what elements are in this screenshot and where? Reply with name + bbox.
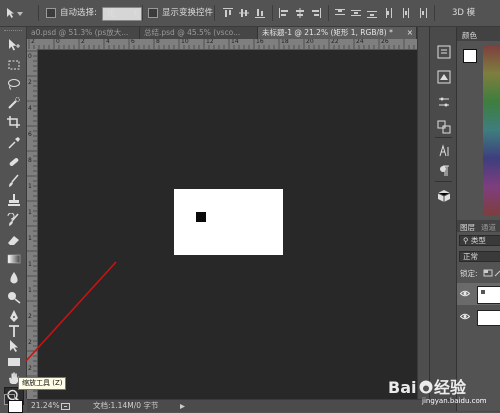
history-panel-icon[interactable]	[437, 45, 451, 59]
lock-label: 锁定:	[460, 269, 478, 278]
layer-thumbnail	[477, 286, 500, 304]
blend-mode-value: 正常	[463, 252, 478, 261]
layer-filter-kind: 类型	[470, 236, 486, 245]
zoom-level[interactable]: 21.24%	[31, 400, 60, 412]
visibility-eye-icon[interactable]	[460, 313, 470, 320]
layer-row-background[interactable]	[457, 307, 500, 327]
status-menu-arrow-icon[interactable]	[179, 403, 186, 410]
baidu-logo: Bai 经验	[388, 378, 467, 397]
visibility-eye-icon[interactable]	[460, 290, 470, 297]
lock-pixels-icon[interactable]	[494, 269, 500, 277]
document-size-info: 文档:1.14M/0 字节	[93, 401, 159, 410]
watermark-url: jingyan.baidu.com	[422, 397, 487, 405]
properties-panel-icon[interactable]	[437, 70, 451, 84]
3d-panel-icon[interactable]	[437, 189, 451, 203]
blend-mode-dropdown[interactable]: 正常	[459, 251, 500, 262]
svg-text:Bai: Bai	[388, 378, 416, 397]
adjustments-panel-icon[interactable]	[437, 95, 451, 109]
search-icon: ⚲	[463, 236, 469, 245]
tab-layers[interactable]: 图层	[460, 222, 475, 233]
lock-transparency-icon[interactable]	[483, 269, 493, 277]
svg-text:经验: 经验	[434, 378, 467, 397]
baidu-jingyan-watermark-logo: Bai 经验	[388, 376, 498, 398]
layer-row-rectangle[interactable]	[457, 283, 500, 305]
styles-panel-icon[interactable]	[437, 120, 451, 134]
tool-tooltip: 缩放工具 (Z)	[18, 377, 67, 390]
paragraph-panel-icon[interactable]	[437, 164, 451, 178]
panel-foreground-swatch[interactable]	[463, 49, 477, 63]
tab-color[interactable]: 颜色	[462, 30, 477, 41]
layer-filter-dropdown[interactable]: ⚲ 类型	[459, 235, 500, 246]
color-spectrum[interactable]	[483, 45, 500, 215]
right-panels: 颜色 图层 通道 ⚲ 类型 正常 锁定:	[456, 27, 500, 411]
layer-thumbnail	[477, 310, 500, 326]
panel-icon-strip	[429, 27, 457, 399]
tab-channels[interactable]: 通道	[481, 222, 496, 233]
character-panel-icon[interactable]	[437, 144, 451, 158]
status-export-icon[interactable]	[61, 403, 70, 410]
